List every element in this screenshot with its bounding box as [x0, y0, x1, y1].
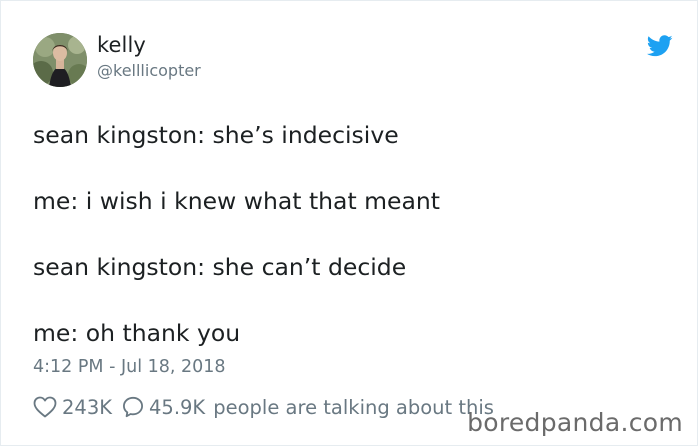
speech-bubble-icon [123, 396, 144, 418]
tweet-text: sean kingston: she’s indecisive me: i wi… [33, 119, 673, 350]
reply-button[interactable]: 45.9K [122, 396, 213, 419]
twitter-bird-icon[interactable] [647, 35, 673, 57]
tweet-line-2: me: i wish i knew what that meant [33, 187, 440, 215]
tweet-line-1: sean kingston: she’s indecisive [33, 121, 399, 149]
tweet-line-4: me: oh thank you [33, 319, 241, 347]
tweet-header: kelly @kelllicopter [33, 31, 673, 89]
reply-count: 45.9K [149, 395, 206, 419]
author-name[interactable]: kelly [97, 33, 146, 57]
avatar[interactable] [33, 33, 87, 87]
profile-photo-icon [33, 33, 87, 87]
author-handle[interactable]: @kelllicopter [97, 61, 201, 80]
heart-icon [33, 396, 57, 418]
tweet-actions: 243K 45.9K people are talking about this [33, 393, 494, 421]
watermark: boredpanda.com [467, 408, 683, 437]
like-button[interactable]: 243K [33, 396, 122, 419]
like-count: 243K [62, 395, 113, 419]
talking-about-link[interactable]: people are talking about this [213, 396, 494, 419]
tweet-line-3: sean kingston: she can’t decide [33, 253, 407, 281]
tweet-card: kelly @kelllicopter sean kingston: she’s… [0, 0, 698, 446]
tweet-timestamp[interactable]: 4:12 PM - Jul 18, 2018 [33, 357, 226, 377]
